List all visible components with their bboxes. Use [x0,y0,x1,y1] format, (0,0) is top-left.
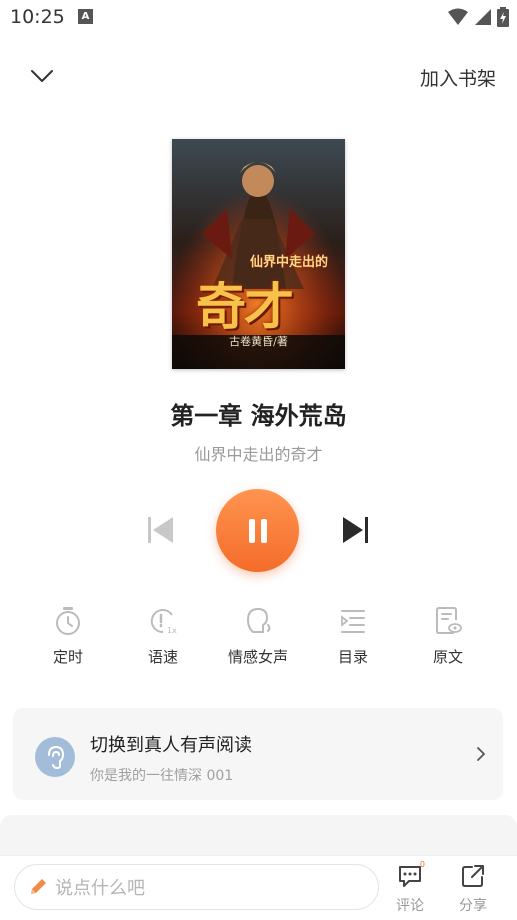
status-bar: 10:25 A [0,0,517,36]
battery-icon [497,7,509,27]
status-time: 10:25 [10,6,65,28]
switch-card-subtitle: 你是我的一往情深 001 [90,768,234,784]
timer-icon [56,607,80,635]
pencil-icon [27,876,49,898]
pause-button[interactable] [216,489,299,572]
notification-icon: A [78,9,93,24]
switch-to-human-narration-card[interactable]: 切换到真人有声阅读 你是我的一往情深 001 [13,708,503,800]
catalog-icon [341,610,365,633]
ear-icon [48,745,65,769]
collapse-button[interactable] [26,60,58,92]
cover-author: 古卷黄昏/著 [229,335,288,348]
function-row: 定时 1x 语速 情感女声 目录 原文 [0,602,517,672]
svg-text:1x: 1x [167,626,177,635]
comment-input[interactable]: 说点什么吧 [14,864,379,910]
pause-icon [248,518,267,543]
cover-title-big: 奇才 [196,277,294,336]
speed-button[interactable]: 1x 语速 [118,602,208,667]
comment-button[interactable]: 0 评论 [386,860,434,915]
top-bar: 加入书架 [0,52,517,100]
chapter-title: 第一章 海外荒岛 [170,402,347,430]
previous-chapter-button[interactable] [142,512,178,548]
catalog-label: 目录 [337,648,368,666]
comment-count-badge: 0 [419,860,425,869]
timer-label: 定时 [52,648,83,666]
voice-button[interactable]: 情感女声 [213,602,303,667]
skip-previous-icon [148,517,173,543]
book-name: 仙界中走出的奇才 [194,445,323,464]
original-text-button[interactable]: 原文 [403,602,493,667]
voice-icon [246,607,271,633]
comment-placeholder: 说点什么吧 [55,878,145,899]
voice-label: 情感女声 [227,648,288,666]
chevron-down-icon [31,70,53,82]
wifi-icon [448,8,468,25]
signal-icon [475,9,491,25]
content-panel-edge [0,815,517,855]
bottom-bar: 说点什么吧 0 评论 分享 [0,855,517,920]
speed-label: 语速 [147,648,178,666]
original-text-icon [436,607,462,634]
share-icon [462,865,484,887]
comment-label: 评论 [396,898,424,914]
next-chapter-button[interactable] [338,512,374,548]
share-button[interactable]: 分享 [449,862,497,915]
share-label: 分享 [459,898,487,914]
status-icons [447,7,509,27]
original-text-label: 原文 [432,648,463,666]
headphone-avatar [35,737,75,777]
speed-icon: 1x [150,609,177,635]
add-to-shelf-button[interactable]: 加入书架 [420,64,496,91]
switch-card-title: 切换到真人有声阅读 [90,735,252,756]
skip-next-icon [343,517,368,543]
catalog-button[interactable]: 目录 [308,602,398,667]
chevron-right-icon [473,744,489,764]
timer-button[interactable]: 定时 [23,602,113,667]
book-cover: 仙界中走出的 奇才 古卷黄昏/著 [172,139,345,369]
